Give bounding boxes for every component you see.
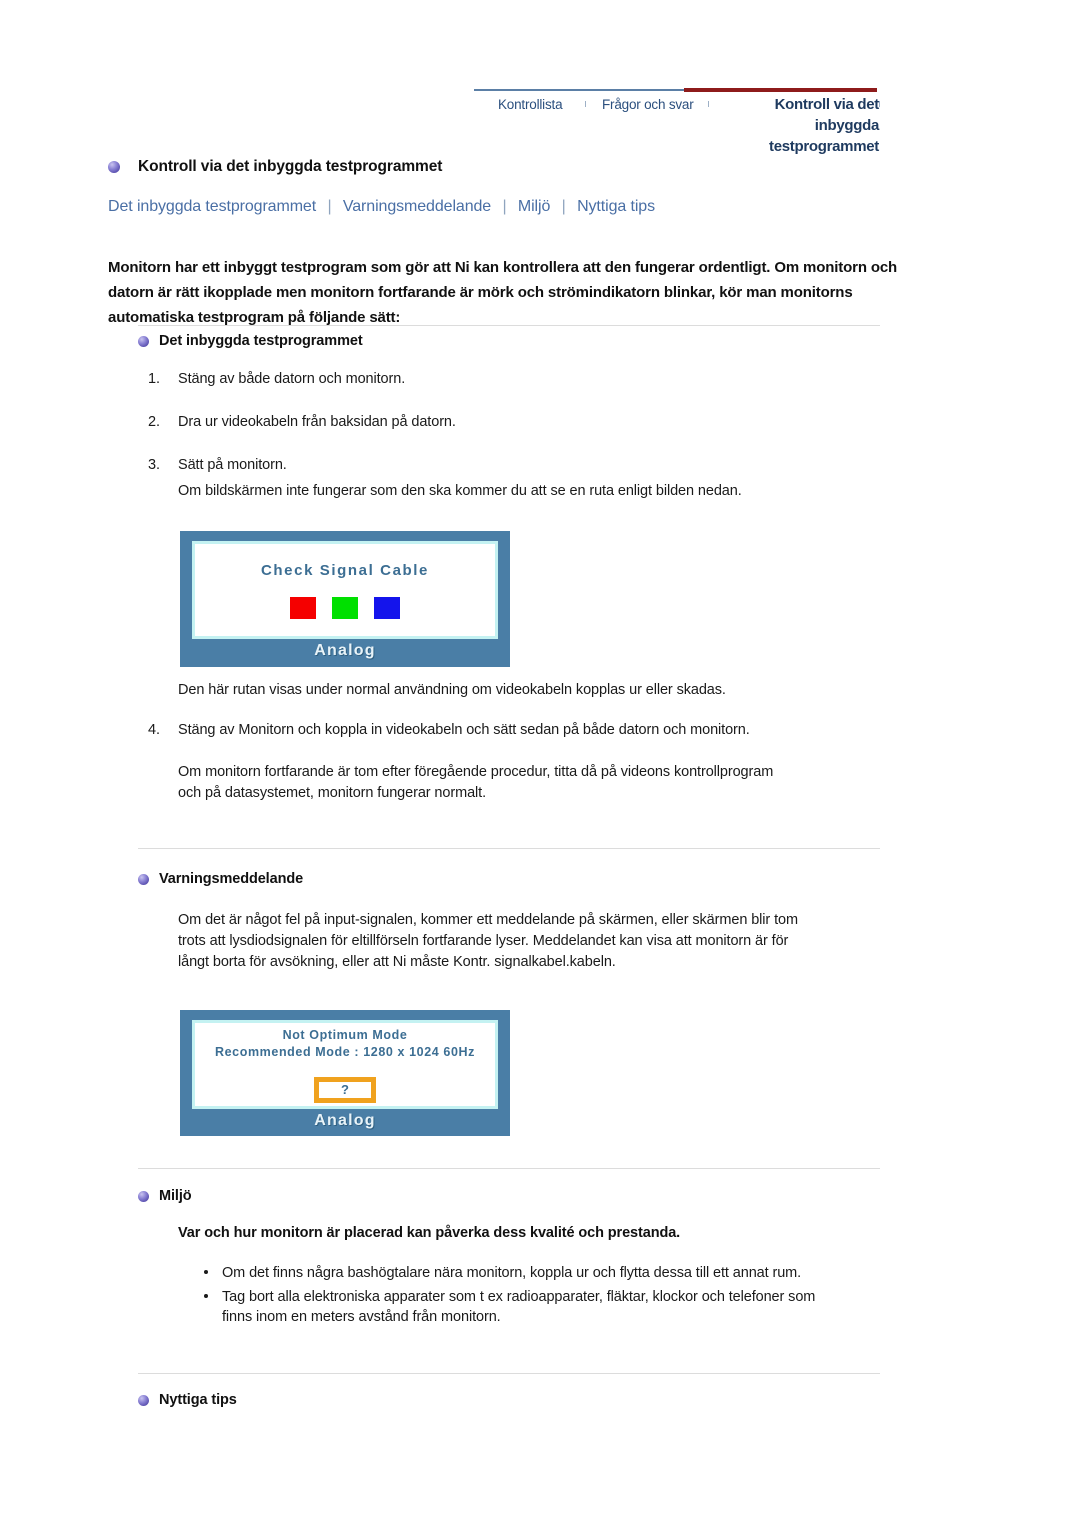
list-item: Om det finns några bashögtalare nära mon… xyxy=(200,1263,840,1283)
list-item: 2. Dra ur videokabeln från baksidan på d… xyxy=(140,412,880,432)
red-swatch xyxy=(290,596,316,619)
list-item-number: 2. xyxy=(148,414,160,430)
nav-separator-2: ı xyxy=(707,98,711,110)
question-mark-box: ? xyxy=(314,1076,376,1103)
monitor-screen: Check Signal Cable xyxy=(192,541,498,639)
list-item-text: Om det finns några bashögtalare nära mon… xyxy=(222,1265,802,1281)
builtin-test-caption: Den här rutan visas under normal användn… xyxy=(178,682,726,698)
nav-current-page: Kontroll via det inbyggda testprogrammet xyxy=(769,96,879,155)
monitor-not-optimum-mode: Not Optimum Mode Recommended Mode : 1280… xyxy=(180,1010,510,1136)
subnav-link-det-inbyggda-testprogrammet[interactable]: Det inbyggda testprogrammet xyxy=(108,198,316,215)
sphere-bullet-icon xyxy=(138,1394,149,1406)
monitor-screen: Not Optimum Mode Recommended Mode : 1280… xyxy=(192,1020,498,1109)
subnav-link-miljo[interactable]: Miljö xyxy=(518,198,551,215)
top-navigation: Kontrollista ı Frågor och svar ı Kontrol… xyxy=(0,0,1080,155)
list-item: 4. Stäng av Monitorn och koppla in video… xyxy=(140,720,880,740)
monitor-input-label: Analog xyxy=(314,1112,376,1129)
intro-paragraph: Monitorn har ett inbyggt testprogram som… xyxy=(108,259,898,326)
blue-swatch xyxy=(374,596,400,619)
nav-separator-3: ı xyxy=(878,98,882,110)
subnav-link-varningsmeddelande[interactable]: Varningsmeddelande xyxy=(343,198,491,215)
bullet-dot-icon xyxy=(204,1270,208,1274)
section-heading-tips: Nyttiga tips xyxy=(138,1392,237,1408)
divider-2 xyxy=(138,848,880,849)
color-swatches xyxy=(290,596,400,619)
environment-bullets: Om det finns några bashögtalare nära mon… xyxy=(200,1263,840,1331)
builtin-test-closing: Om monitorn fortfarande är tom efter för… xyxy=(178,764,774,801)
green-swatch xyxy=(332,596,358,619)
osd-title: Check Signal Cable xyxy=(260,561,429,579)
subnav-separator-3: | xyxy=(561,198,566,215)
page-title-label: Kontroll via det inbyggda testprogrammet xyxy=(138,158,443,175)
section-heading-label: Nyttiga tips xyxy=(159,1392,237,1408)
osd-line-1: Not Optimum Mode xyxy=(282,1027,408,1042)
nav-rule-blue xyxy=(474,89,684,91)
list-item-text: Stäng av både datorn och monitorn. xyxy=(178,371,406,387)
osd-line-2: Recommended Mode : 1280 x 1024 60Hz xyxy=(215,1044,475,1059)
divider-4 xyxy=(138,1373,880,1374)
section-heading-warning: Varningsmeddelande xyxy=(138,871,303,887)
list-item: Tag bort alla elektroniska apparater som… xyxy=(200,1287,840,1327)
sphere-bullet-icon xyxy=(138,1190,149,1202)
list-item-number: 1. xyxy=(148,371,160,387)
subnav-separator-1: | xyxy=(327,198,332,215)
warning-body: Om det är något fel på input-signalen, k… xyxy=(178,912,798,970)
section-heading-environment: Miljö xyxy=(138,1188,192,1204)
divider-1 xyxy=(138,325,880,326)
osd-message: Not Optimum Mode Recommended Mode : 1280… xyxy=(215,1027,475,1061)
list-item-number: 3. xyxy=(148,457,160,473)
list-item-text: Sätt på monitorn. xyxy=(178,457,287,473)
bullet-dot-icon xyxy=(204,1294,208,1298)
subnav-separator-2: | xyxy=(502,198,507,215)
section-heading-builtin-test: Det inbyggda testprogrammet xyxy=(138,333,363,349)
list-item-text: Tag bort alla elektroniska apparater som… xyxy=(222,1289,816,1325)
builtin-test-step4: 4. Stäng av Monitorn och koppla in video… xyxy=(140,720,880,740)
nav-items: Kontrollista ı Frågor och svar ı Kontrol… xyxy=(474,94,1080,155)
list-item: 1. Stäng av både datorn och monitorn. xyxy=(140,369,880,389)
list-item: 3. Sätt på monitorn. xyxy=(140,455,880,475)
nav-link-kontrollista[interactable]: Kontrollista xyxy=(498,97,563,112)
builtin-test-after-step3: Om bildskärmen inte fungerar som den ska… xyxy=(178,483,742,499)
list-item-number: 4. xyxy=(148,722,160,738)
subnav-link-nyttiga-tips[interactable]: Nyttiga tips xyxy=(577,198,655,215)
nav-separator-1: ı xyxy=(584,98,588,110)
builtin-test-steps: 1. Stäng av både datorn och monitorn. 2.… xyxy=(140,369,880,498)
list-item-text: Stäng av Monitorn och koppla in videokab… xyxy=(178,722,750,738)
page-title: Kontroll via det inbyggda testprogrammet xyxy=(108,158,442,176)
divider-3 xyxy=(138,1168,880,1169)
nav-rule-red xyxy=(684,88,877,92)
sphere-bullet-icon xyxy=(138,335,149,347)
section-heading-label: Miljö xyxy=(159,1188,192,1204)
nav-link-fragor-och-svar[interactable]: Frågor och svar xyxy=(602,97,694,112)
section-heading-label: Det inbyggda testprogrammet xyxy=(159,333,363,349)
sphere-bullet-icon xyxy=(138,873,149,885)
subnav: Det inbyggda testprogrammet | Varningsme… xyxy=(108,198,655,216)
environment-lead: Var och hur monitorn är placerad kan påv… xyxy=(178,1225,681,1241)
sphere-bullet-icon xyxy=(108,161,120,173)
monitor-input-label: Analog xyxy=(314,642,376,659)
monitor-check-signal-cable: Check Signal Cable Analog xyxy=(180,531,510,667)
list-item-text: Dra ur videokabeln från baksidan på dato… xyxy=(178,414,456,430)
section-heading-label: Varningsmeddelande xyxy=(159,871,304,887)
